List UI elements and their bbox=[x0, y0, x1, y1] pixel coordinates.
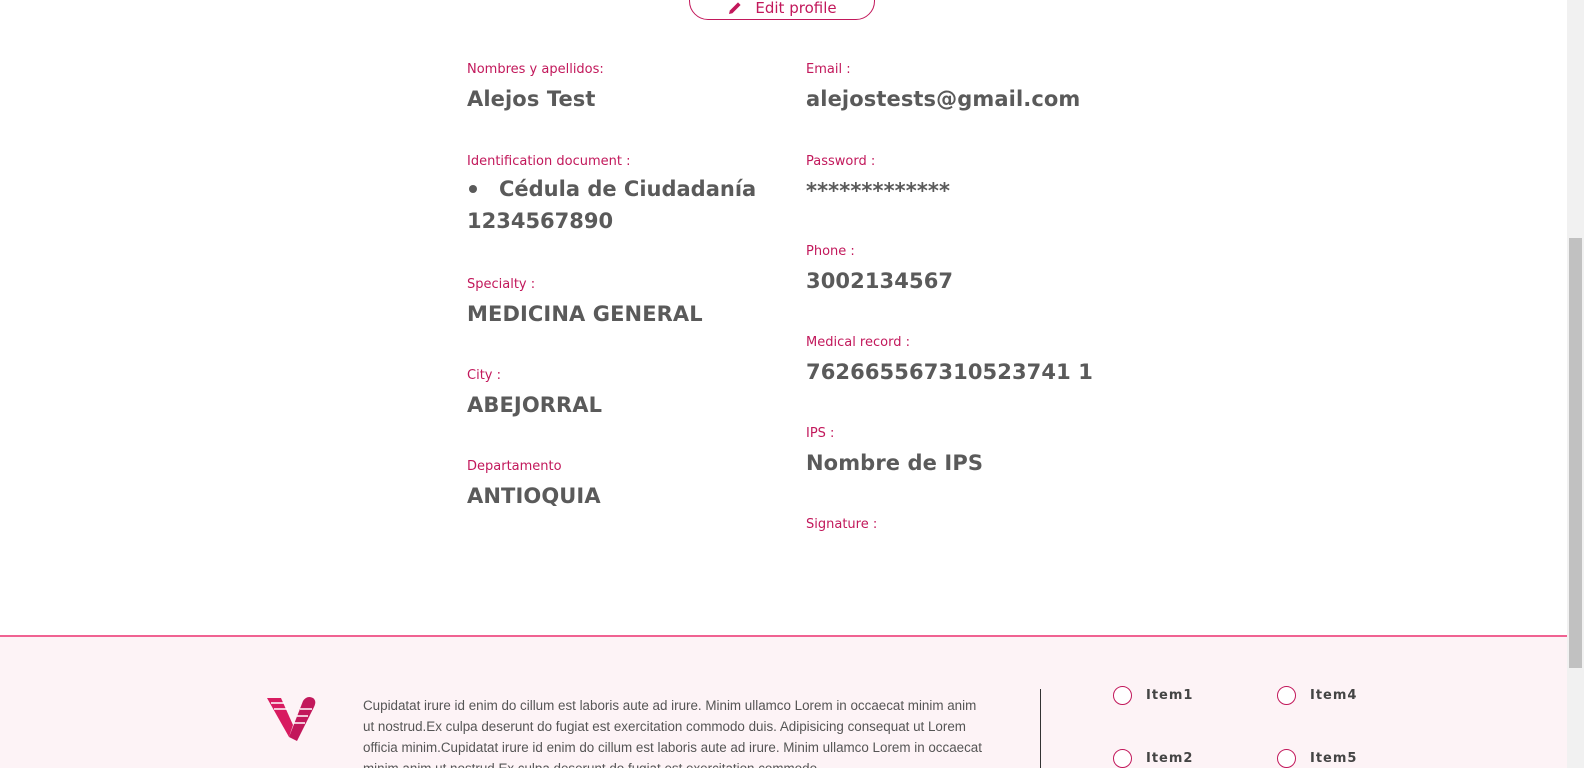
footer: Cupidatat irure id enim do cillum est la… bbox=[0, 635, 1567, 768]
vertical-scrollbar[interactable] bbox=[1567, 0, 1584, 768]
name-field: Nombres y apellidos: Alejos Test bbox=[467, 62, 604, 114]
ips-field: IPS : Nombre de IPS bbox=[806, 426, 983, 478]
edit-profile-label: Edit profile bbox=[755, 0, 837, 17]
radio-circle-icon[interactable] bbox=[1113, 686, 1132, 705]
password-label: Password : bbox=[806, 154, 876, 169]
city-label: City : bbox=[467, 368, 501, 383]
email-field: Email : alejostests@gmail.com bbox=[806, 62, 1080, 114]
city-field: City : ABEJORRAL bbox=[467, 368, 602, 420]
radio-circle-icon[interactable] bbox=[1277, 749, 1296, 768]
footer-item-5[interactable]: Item5 bbox=[1277, 749, 1357, 768]
name-value: Alejos Test bbox=[467, 87, 596, 111]
profile-page: Edit profile Nombres y apellidos: Alejos… bbox=[0, 0, 1567, 768]
medical-record-label: Medical record : bbox=[806, 335, 910, 350]
medical-record-value: 762665567310523741 1 bbox=[806, 360, 1093, 384]
id-document-number: 1234567890 bbox=[467, 209, 614, 233]
radio-circle-icon[interactable] bbox=[1277, 686, 1296, 705]
id-document-label: Identification document : bbox=[467, 154, 631, 169]
signature-label: Signature : bbox=[806, 517, 878, 532]
phone-label: Phone : bbox=[806, 244, 855, 259]
departamento-value: ANTIOQUIA bbox=[467, 484, 601, 508]
footer-item-4[interactable]: Item4 bbox=[1277, 686, 1357, 705]
radio-circle-icon[interactable] bbox=[1113, 749, 1132, 768]
footer-item-label: Item4 bbox=[1310, 688, 1358, 703]
phone-value: 3002134567 bbox=[806, 269, 954, 293]
id-document-list: Cédula de Ciudadanía bbox=[467, 174, 756, 204]
specialty-value: MEDICINA GENERAL bbox=[467, 302, 703, 326]
password-field: Password : ************* bbox=[806, 154, 950, 206]
email-value: alejostests@gmail.com bbox=[806, 87, 1081, 111]
footer-item-label: Item2 bbox=[1146, 751, 1194, 766]
password-value: ************* bbox=[806, 179, 951, 203]
footer-item-1[interactable]: Item1 bbox=[1113, 686, 1193, 705]
footer-divider bbox=[1040, 689, 1041, 768]
city-value: ABEJORRAL bbox=[467, 393, 603, 417]
email-label: Email : bbox=[806, 62, 851, 77]
ips-label: IPS : bbox=[806, 426, 835, 441]
specialty-field: Specialty : MEDICINA GENERAL bbox=[467, 277, 703, 329]
id-document-type: Cédula de Ciudadanía bbox=[499, 177, 757, 201]
footer-description: Cupidatat irure id enim do cillum est la… bbox=[363, 698, 982, 768]
id-document-type-item: Cédula de Ciudadanía bbox=[467, 174, 756, 204]
bullet-icon bbox=[469, 185, 477, 193]
name-label: Nombres y apellidos: bbox=[467, 62, 604, 77]
footer-item-2[interactable]: Item2 bbox=[1113, 749, 1193, 768]
edit-profile-button[interactable]: Edit profile bbox=[689, 0, 875, 20]
brand-logo-icon bbox=[267, 695, 317, 741]
footer-item-label: Item1 bbox=[1146, 688, 1194, 703]
ips-value: Nombre de IPS bbox=[806, 451, 984, 475]
pencil-icon bbox=[727, 0, 743, 16]
medical-record-field: Medical record : 762665567310523741 1 bbox=[806, 335, 1093, 387]
scrollbar-thumb[interactable] bbox=[1569, 238, 1582, 668]
signature-field: Signature : bbox=[806, 517, 877, 533]
departamento-label: Departamento bbox=[467, 459, 562, 474]
departamento-field: Departamento ANTIOQUIA bbox=[467, 459, 601, 511]
phone-field: Phone : 3002134567 bbox=[806, 244, 953, 296]
id-document-field: Identification document : Cédula de Ciud… bbox=[467, 154, 756, 236]
specialty-label: Specialty : bbox=[467, 277, 536, 292]
footer-item-label: Item5 bbox=[1310, 751, 1358, 766]
